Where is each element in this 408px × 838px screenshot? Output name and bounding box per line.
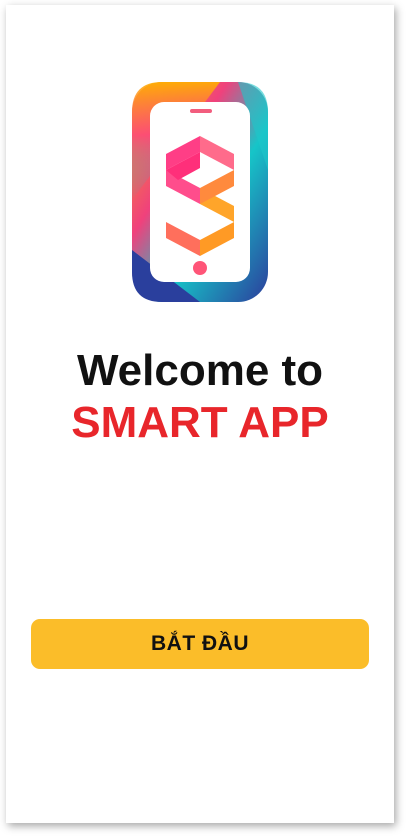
app-screen: Welcome to SMART APP BẮT ĐẦU bbox=[6, 5, 394, 823]
welcome-title: Welcome to bbox=[76, 346, 324, 395]
smartphone-s-logo-icon bbox=[132, 82, 268, 302]
start-button[interactable]: BẮT ĐẦU bbox=[31, 619, 369, 669]
app-name-title: SMART APP bbox=[71, 398, 329, 447]
